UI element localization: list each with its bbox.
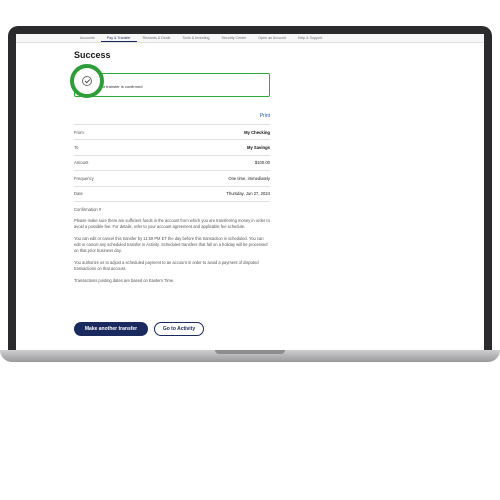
detail-value: One time, immediately [228,175,270,181]
detail-label: Amount [74,160,89,166]
detail-label: Frequency [74,175,94,181]
disclosure-paragraph: Transactions posting dates are based on … [74,278,175,283]
highlight-circle [70,64,104,98]
main-content: Success Your transfer is confirmed Print… [70,46,270,336]
detail-label: Confirmation # [74,206,102,212]
nav-item-open-account[interactable]: Open an Account [252,34,292,42]
detail-value: My Savings [246,145,270,151]
detail-label: Date [74,191,83,197]
go-to-activity-button[interactable]: Go to Activity [154,322,204,336]
detail-row-date: Date Thursday, Jun 27, 2024 [74,185,270,201]
disclosure-paragraph: You can edit or cancel this transfer by … [74,236,268,253]
top-nav: Accounts Pay & Transfer Rewards & Deals … [16,34,484,43]
nav-item-security[interactable]: Security Center [216,34,253,42]
check-circle-icon [82,76,92,86]
detail-row-confirmation-number: Confirmation # [74,200,270,216]
detail-row-frequency: Frequency One time, immediately [74,170,270,185]
disclosure-text: Please make sure there are sufficient fu… [74,218,270,290]
nav-item-rewards[interactable]: Rewards & Deals [137,34,177,42]
transfer-details: From My Checking To My Savings Amount $1… [74,124,270,216]
disclosure-paragraph: You authorize us to adjust a scheduled p… [74,260,259,271]
detail-label: From [74,129,84,135]
disclosure-paragraph: Please make sure there are sufficient fu… [74,218,270,229]
laptop-notch [215,350,285,354]
detail-row-from: From My Checking [74,124,270,139]
print-link[interactable]: Print [260,113,270,119]
detail-value: My Checking [244,129,270,135]
nav-item-help[interactable]: Help & Support [292,34,328,42]
action-buttons: Make another transfer Go to Activity [74,322,204,336]
nav-item-pay-transfer[interactable]: Pay & Transfer [100,34,137,42]
detail-value: $100.00 [254,160,270,166]
detail-value: Thursday, Jun 27, 2024 [226,191,270,197]
page-title: Success [74,50,111,60]
screen: Accounts Pay & Transfer Rewards & Deals … [16,34,484,350]
detail-row-amount: Amount $100.00 [74,154,270,170]
make-another-transfer-button[interactable]: Make another transfer [74,322,148,336]
detail-label: To [74,145,79,151]
detail-row-to: To My Savings [74,139,270,154]
nav-item-tools[interactable]: Tools & Investing [176,34,215,42]
nav-item-accounts[interactable]: Accounts [74,34,101,42]
confirmation-text: Your transfer is confirmed [97,84,143,89]
